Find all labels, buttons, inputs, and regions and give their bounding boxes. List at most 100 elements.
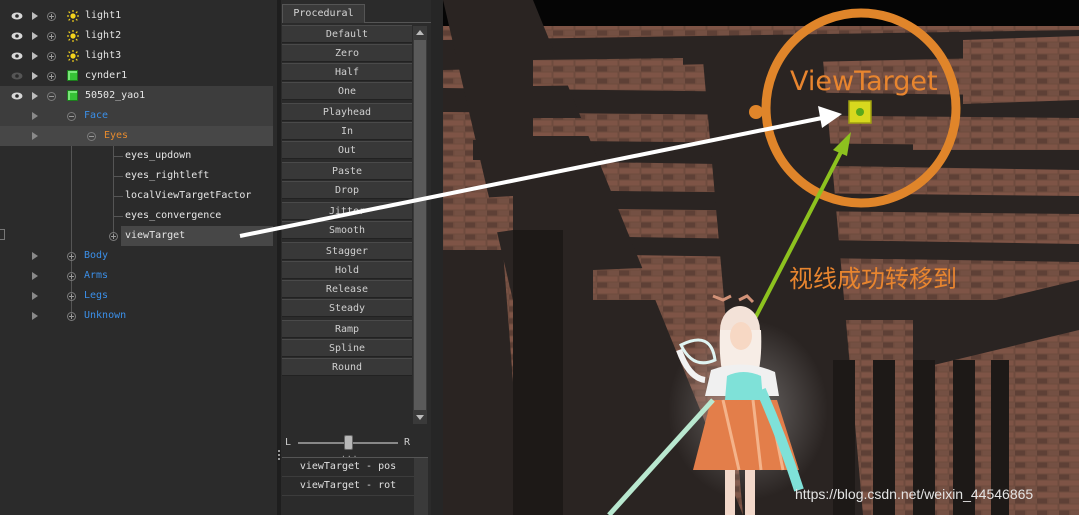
group-label: Arms xyxy=(84,270,109,281)
hold-button[interactable]: Hold xyxy=(282,261,412,279)
expand-plus-icon[interactable] xyxy=(67,252,76,261)
in-button[interactable]: In xyxy=(282,122,412,140)
slider-handle[interactable] xyxy=(343,435,353,450)
group-label: Face xyxy=(84,110,109,121)
tab-underline xyxy=(365,22,431,23)
expand-arrow-icon[interactable] xyxy=(32,12,38,20)
outliner-row-light1[interactable]: light1 xyxy=(0,6,273,26)
expand-arrow-icon[interactable] xyxy=(32,92,38,100)
smooth-button[interactable]: Smooth xyxy=(282,221,412,239)
outliner-panel: light1 light2 light3 cynder1 50502_yao1 … xyxy=(0,0,277,515)
light-sun-icon xyxy=(67,50,79,62)
outliner-row-eyes[interactable]: Eyes xyxy=(0,126,273,146)
outliner-row-character[interactable]: 50502_yao1 xyxy=(0,86,273,106)
control-label: eyes_updown xyxy=(125,150,192,161)
splitter-grip xyxy=(278,454,280,456)
expand-plus-icon[interactable] xyxy=(67,272,76,281)
expand-plus-icon[interactable] xyxy=(67,312,76,321)
outliner-label: light1 xyxy=(85,10,122,21)
scrollbar-thumb[interactable] xyxy=(414,40,426,410)
one-button[interactable]: One xyxy=(282,82,412,100)
steady-button[interactable]: Steady xyxy=(282,299,412,317)
expand-arrow-icon[interactable] xyxy=(32,132,38,140)
channel-list: viewTarget - pos viewTarget - rot xyxy=(282,457,428,515)
visibility-eye-icon[interactable] xyxy=(11,32,23,40)
expand-plus-icon[interactable] xyxy=(47,72,56,81)
panel-edge-handle[interactable] xyxy=(0,229,5,240)
default-button[interactable]: Default xyxy=(282,25,412,43)
scroll-down-icon[interactable] xyxy=(416,415,424,420)
drop-button[interactable]: Drop xyxy=(282,181,412,199)
light-sun-icon xyxy=(67,30,79,42)
stagger-button[interactable]: Stagger xyxy=(282,242,412,260)
channel-list-scrollbar[interactable] xyxy=(414,458,428,515)
slider-right-label: R xyxy=(404,437,411,448)
expand-plus-icon[interactable] xyxy=(47,12,56,21)
expand-arrow-icon[interactable] xyxy=(32,292,38,300)
control-label: localViewTargetFactor xyxy=(125,190,252,201)
half-button[interactable]: Half xyxy=(282,63,412,81)
outliner-row-light3[interactable]: light3 xyxy=(0,46,273,66)
spline-button[interactable]: Spline xyxy=(282,339,412,357)
visibility-eye-hidden-icon[interactable] xyxy=(11,72,23,80)
panel-splitter[interactable] xyxy=(431,0,443,515)
outliner-row-control[interactable]: eyes_rightleft xyxy=(0,166,273,186)
collapse-minus-icon[interactable] xyxy=(67,112,76,121)
outliner-row-body[interactable]: Body xyxy=(0,246,273,266)
outliner-label: cynder1 xyxy=(85,70,128,81)
procedural-scrollbar[interactable] xyxy=(413,26,427,424)
jitter-button[interactable]: Jitter xyxy=(282,202,412,220)
expand-plus-icon[interactable] xyxy=(47,32,56,41)
outliner-row-light2[interactable]: light2 xyxy=(0,26,273,46)
collapse-minus-icon[interactable] xyxy=(47,92,56,101)
splitter-grip xyxy=(278,458,280,460)
outliner-row-unknown[interactable]: Unknown xyxy=(0,306,273,326)
slider-left-label: L xyxy=(285,437,292,448)
out-button[interactable]: Out xyxy=(282,141,412,159)
outliner-row-face[interactable]: Face xyxy=(0,106,273,126)
group-label: Body xyxy=(84,250,109,261)
control-label: viewTarget xyxy=(125,230,186,241)
visibility-eye-icon[interactable] xyxy=(11,52,23,60)
playhead-button[interactable]: Playhead xyxy=(282,103,412,121)
channel-item[interactable]: viewTarget - pos xyxy=(282,458,414,477)
group-label: Unknown xyxy=(84,310,127,321)
scroll-up-icon[interactable] xyxy=(416,30,424,35)
outliner-row-control[interactable]: eyes_updown xyxy=(0,146,273,166)
expand-arrow-icon[interactable] xyxy=(32,272,38,280)
expand-plus-icon[interactable] xyxy=(47,52,56,61)
expand-arrow-icon[interactable] xyxy=(32,52,38,60)
expand-arrow-icon[interactable] xyxy=(32,312,38,320)
control-label: eyes_rightleft xyxy=(125,170,210,181)
3d-viewport[interactable]: ViewTarget 视线成功转移到 https://blog.csdn.net… xyxy=(443,0,1079,515)
mesh-cube-icon xyxy=(67,90,78,101)
expand-arrow-icon[interactable] xyxy=(32,32,38,40)
outliner-row-arms[interactable]: Arms xyxy=(0,266,273,286)
release-button[interactable]: Release xyxy=(282,280,412,298)
visibility-eye-icon[interactable] xyxy=(11,12,23,20)
expand-plus-icon[interactable] xyxy=(109,232,118,241)
round-button[interactable]: Round xyxy=(282,358,412,376)
balance-slider[interactable]: L R ··· xyxy=(281,432,431,461)
tab-procedural[interactable]: Procedural xyxy=(282,4,365,23)
outliner-row-viewtarget[interactable]: viewTarget xyxy=(0,226,273,246)
outliner-row-legs[interactable]: Legs xyxy=(0,286,273,306)
expand-arrow-icon[interactable] xyxy=(32,252,38,260)
channel-item[interactable]: viewTarget - rot xyxy=(282,477,414,496)
expand-arrow-icon[interactable] xyxy=(32,72,38,80)
expand-arrow-icon[interactable] xyxy=(32,112,38,120)
zero-button[interactable]: Zero xyxy=(282,44,412,62)
outliner-row-control[interactable]: localViewTargetFactor xyxy=(0,186,273,206)
paste-button[interactable]: Paste xyxy=(282,162,412,180)
outliner-row-cylinder[interactable]: cynder1 xyxy=(0,66,273,86)
outliner-label: light2 xyxy=(85,30,122,41)
collapse-minus-icon[interactable] xyxy=(87,132,96,141)
scene-render xyxy=(443,0,1079,515)
visibility-eye-icon[interactable] xyxy=(11,92,23,100)
ramp-button[interactable]: Ramp xyxy=(282,320,412,338)
gaze-annotation: 视线成功转移到 xyxy=(789,265,957,293)
splitter-grip xyxy=(278,450,280,452)
expand-plus-icon[interactable] xyxy=(67,292,76,301)
outliner-label: light3 xyxy=(85,50,122,61)
outliner-row-control[interactable]: eyes_convergence xyxy=(0,206,273,226)
